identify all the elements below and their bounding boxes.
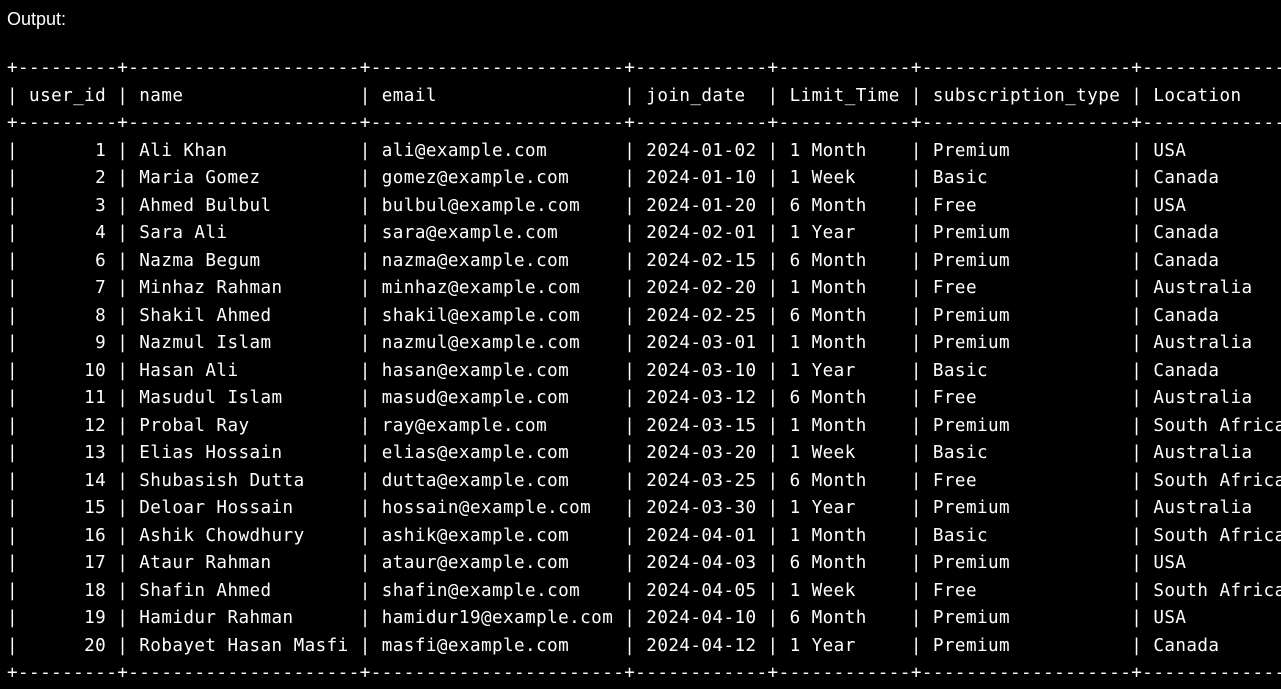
table-row: | 17 | Ataur Rahman | ataur@example.com …	[7, 553, 1281, 573]
table-row: | 1 | Ali Khan | ali@example.com | 2024-…	[7, 140, 1281, 161]
table-row: | 9 | Nazmul Islam | nazmul@example.com …	[7, 333, 1281, 353]
table-row: | 16 | Ashik Chowdhury | ashik@example.c…	[7, 525, 1281, 546]
table-row: | 12 | Probal Ray | ray@example.com | 20…	[7, 415, 1281, 436]
table-row: | 15 | Deloar Hossain | hossain@example.…	[7, 498, 1281, 518]
table-row: | 3 | Ahmed Bulbul | bulbul@example.com …	[7, 195, 1281, 216]
table-row: | 20 | Robayet Hasan Masfi | masfi@examp…	[7, 635, 1281, 656]
table-row: | 8 | Shakil Ahmed | shakil@example.com …	[7, 305, 1281, 326]
output-label: Output:	[7, 9, 67, 29]
console-output: +---------+---------------------+-------…	[7, 55, 1281, 688]
table-row: | 11 | Masudul Islam | masud@example.com…	[7, 388, 1281, 408]
table-border-bottom: +---------+---------------------+-------…	[7, 663, 1281, 683]
table-row: | 13 | Elias Hossain | elias@example.com…	[7, 443, 1281, 463]
table-border-header: +---------+---------------------+-------…	[7, 113, 1281, 133]
table-row: | 6 | Nazma Begum | nazma@example.com | …	[7, 250, 1281, 271]
table-row: | 14 | Shubasish Dutta | dutta@example.c…	[7, 470, 1281, 491]
table-row: | 18 | Shafin Ahmed | shafin@example.com…	[7, 580, 1281, 601]
table-row: | 7 | Minhaz Rahman | minhaz@example.com…	[7, 278, 1281, 298]
table-row: | 4 | Sara Ali | sara@example.com | 2024…	[7, 223, 1281, 243]
table-row: | 2 | Maria Gomez | gomez@example.com | …	[7, 168, 1281, 188]
table-body: | 1 | Ali Khan | ali@example.com | 2024-…	[7, 138, 1281, 661]
table-row: | 19 | Hamidur Rahman | hamidur19@exampl…	[7, 608, 1281, 628]
table-border-top: +---------+---------------------+-------…	[7, 58, 1281, 78]
table-header-row: | user_id | name | email | join_date | L…	[7, 85, 1281, 106]
table-row: | 10 | Hasan Ali | hasan@example.com | 2…	[7, 360, 1281, 381]
